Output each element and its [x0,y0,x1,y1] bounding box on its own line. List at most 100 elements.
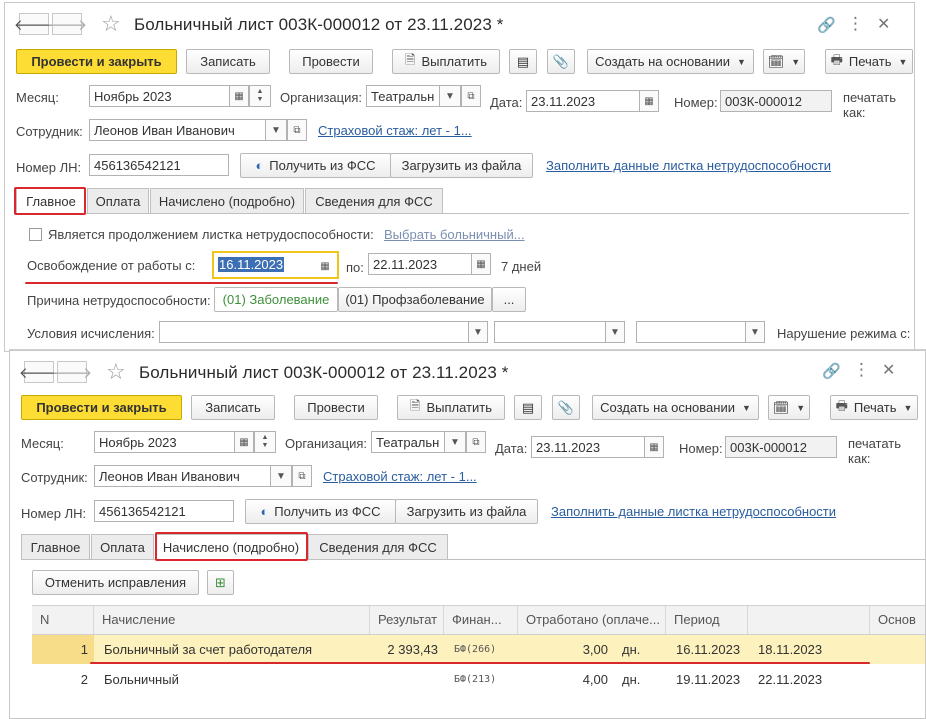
calc-conditions-dropdown-1[interactable]: ▼ [468,321,488,343]
paperclip-icon: 📎 [552,53,570,69]
attach-button[interactable]: 📎 [552,395,580,420]
calc-conditions-input-2[interactable] [494,321,606,343]
row-accrual: Больничный [104,672,179,687]
tab-payment[interactable]: Оплата [87,188,149,213]
calc-conditions-dropdown-2[interactable]: ▼ [605,321,625,343]
table-row[interactable]: 1 Больничный за счет работодателя 2 393,… [32,635,925,664]
pay-button[interactable]: 🗎 Выплатить [397,395,505,420]
attach-button[interactable]: 📎 [547,49,575,74]
release-to-calendar-button[interactable]: ▦ [471,253,491,275]
month-stepper[interactable]: ▲ ▼ [249,85,271,107]
employee-input[interactable]: Леонов Иван Иванович [89,119,266,141]
back-button[interactable]: 🡐 [14,13,54,35]
calc-conditions-input-3[interactable] [636,321,746,343]
calc-conditions-dropdown-3[interactable]: ▼ [745,321,765,343]
reason-disease-option[interactable]: (01) Заболевание [214,287,338,312]
employee-input[interactable]: Леонов Иван Иванович [94,465,271,487]
date-input[interactable]: 23.11.2023 [531,436,648,458]
organization-open-button[interactable]: ⧉ [461,85,481,107]
release-from-calendar-button[interactable]: ▦ [315,255,335,277]
report-button[interactable]: 🗓 ▼ [768,395,810,420]
forward-button[interactable]: 🡒 [47,13,87,35]
tab-payment[interactable]: Оплата [91,534,154,559]
column-header-financing[interactable]: Финан... [444,606,518,634]
forward-button[interactable]: 🡒 [52,361,92,383]
release-from-label: Освобождение от работы с: [27,258,196,273]
employee-open-button[interactable]: ⧉ [292,465,312,487]
organization-dropdown-button[interactable]: ▼ [444,431,466,453]
get-from-fss-button[interactable]: ◐ Получить из ФСС [240,153,391,178]
column-header-accrual[interactable]: Начисление [94,606,370,634]
tab-fss-info[interactable]: Сведения для ФСС [308,534,448,559]
fill-sick-leave-data-link[interactable]: Заполнить данные листка нетрудоспособнос… [546,158,831,173]
month-input[interactable]: Ноябрь 2023 [94,431,235,453]
employee-dropdown-button[interactable]: ▼ [270,465,292,487]
print-button[interactable]: 🖶 Печать ▼ [830,395,918,420]
post-button[interactable]: Провести [294,395,378,420]
back-button[interactable]: 🡐 [19,361,59,383]
date-input[interactable]: 23.11.2023 [526,90,643,112]
load-from-file-button[interactable]: Загрузить из файла [390,153,533,178]
pay-button[interactable]: 🗎 Выплатить [392,49,500,74]
highlight-tab-main [14,187,86,215]
ln-number-input[interactable]: 456136542121 [89,154,229,176]
continuation-checkbox[interactable] [29,228,42,241]
calc-conditions-input-1[interactable] [159,321,469,343]
link-icon[interactable]: 🔗 [817,18,836,34]
number-input[interactable]: 003К-000012 [720,90,832,112]
close-icon[interactable]: ✕ [882,363,895,379]
create-based-on-button[interactable]: Создать на основании ▼ [587,49,754,74]
save-button[interactable]: Записать [186,49,270,74]
column-header-basis[interactable]: Основ [870,606,925,634]
report-button[interactable]: 🗓 ▼ [763,49,805,74]
column-header-worked[interactable]: Отработано (оплаче... [518,606,666,634]
load-from-file-button[interactable]: Загрузить из файла [395,499,538,524]
insurance-experience-link[interactable]: Страховой стаж: лет - 1... [318,123,472,138]
register-button[interactable]: ▤ [514,395,542,420]
date-calendar-button[interactable]: ▦ [639,90,659,112]
month-stepper[interactable]: ▲ ▼ [254,431,276,453]
table-row[interactable]: 2 Больничный БФ(213) 4,00 дн. 19.11.2023… [32,665,925,694]
save-button[interactable]: Записать [191,395,275,420]
post-and-close-button[interactable]: Провести и закрыть [21,395,182,420]
tab-main[interactable]: Главное [21,534,90,559]
reason-occupational-option[interactable]: (01) Профзаболевание [338,287,492,312]
tab-fss-info[interactable]: Сведения для ФСС [305,188,443,213]
get-from-fss-button[interactable]: ◐ Получить из ФСС [245,499,396,524]
employee-open-button[interactable]: ⧉ [287,119,307,141]
organization-dropdown-button[interactable]: ▼ [439,85,461,107]
print-button[interactable]: 🖶 Печать ▼ [825,49,913,74]
tab-accrued-detailed[interactable]: Начислено (подробно) [150,188,304,213]
employee-dropdown-button[interactable]: ▼ [265,119,287,141]
favorite-star-icon[interactable]: ☆ [106,361,126,383]
create-based-on-button[interactable]: Создать на основании ▼ [592,395,759,420]
cancel-corrections-button[interactable]: Отменить исправления [32,570,199,595]
date-calendar-button[interactable]: ▦ [644,436,664,458]
insurance-experience-link[interactable]: Страховой стаж: лет - 1... [323,469,477,484]
post-and-close-button[interactable]: Провести и закрыть [16,49,177,74]
month-calendar-button[interactable]: ▦ [229,85,249,107]
favorite-star-icon[interactable]: ☆ [101,13,121,35]
column-header-period-end[interactable] [748,606,870,634]
organization-input[interactable]: Театральн [366,85,440,107]
column-header-n[interactable]: N [32,606,94,634]
choose-sick-leave-link[interactable]: Выбрать больничный... [384,227,525,242]
add-row-button[interactable]: ⊞ [207,570,234,595]
date-label: Дата: [495,441,528,456]
number-input[interactable]: 003К-000012 [725,436,837,458]
more-icon[interactable]: ⋮ [847,15,864,32]
post-button[interactable]: Провести [289,49,373,74]
organization-open-button[interactable]: ⧉ [466,431,486,453]
link-icon[interactable]: 🔗 [822,364,841,380]
column-header-period[interactable]: Период [666,606,748,634]
month-calendar-button[interactable]: ▦ [234,431,254,453]
close-icon[interactable]: ✕ [877,17,890,33]
ln-number-input[interactable]: 456136542121 [94,500,234,522]
month-input[interactable]: Ноябрь 2023 [89,85,230,107]
reason-more-button[interactable]: ... [492,287,526,312]
more-icon[interactable]: ⋮ [853,361,870,378]
column-header-result[interactable]: Результат [370,606,444,634]
organization-input[interactable]: Театральн [371,431,445,453]
fill-sick-leave-data-link[interactable]: Заполнить данные листка нетрудоспособнос… [551,504,836,519]
register-button[interactable]: ▤ [509,49,537,74]
